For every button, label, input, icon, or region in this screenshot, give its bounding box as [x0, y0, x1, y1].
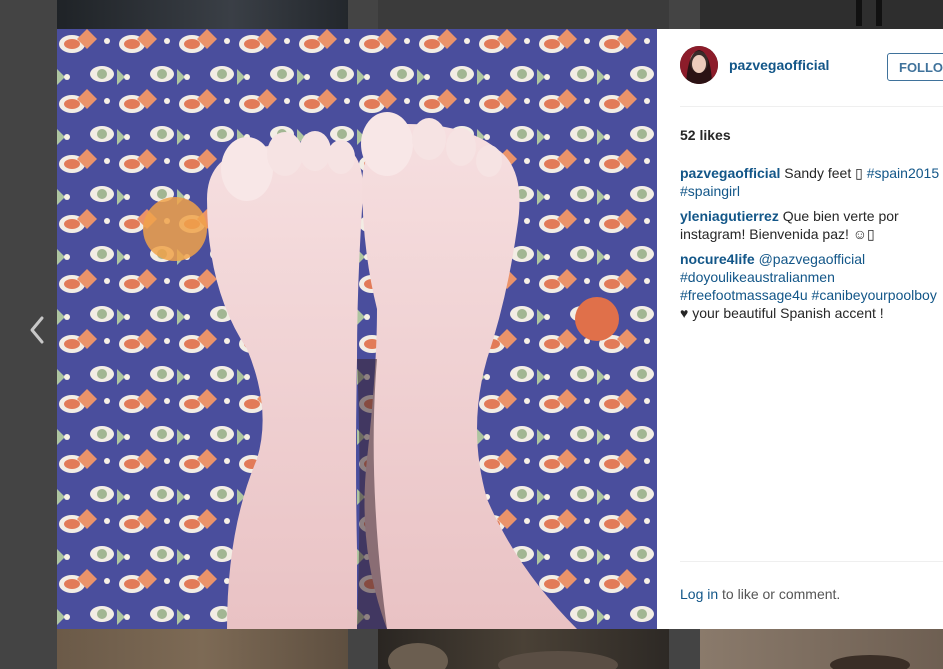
thumbnail-figure [830, 655, 910, 669]
chevron-left-icon [30, 316, 44, 344]
login-prompt-text: to like or comment. [718, 586, 841, 602]
comment-item: yleniagutierrez Que bien verte por insta… [680, 207, 943, 243]
emoji-placeholder: ▯ [855, 165, 863, 181]
comment-username-link[interactable]: pazvegaofficial [680, 165, 780, 181]
comment-text: Sandy feet [784, 165, 856, 181]
comment-text: instagram! Bienvenida paz! ☺▯ [680, 226, 875, 242]
background-thumbnail[interactable] [57, 0, 348, 29]
post-details-panel: pazvegaofficial FOLLOW 52 likes pazvegao… [657, 29, 943, 629]
previous-post-button[interactable] [26, 314, 50, 346]
author-username-link[interactable]: pazvegaofficial [729, 57, 829, 73]
login-prompt: Log in to like or comment. [680, 586, 840, 602]
comment-username-link[interactable]: yleniagutierrez [680, 208, 779, 224]
profile-photo-icon [680, 46, 718, 84]
hashtag-link[interactable]: #doyoulikeaustralianmen [680, 269, 835, 285]
comment-text: ♥ your beautiful Spanish accent ! [680, 305, 884, 321]
background-thumbnail[interactable] [378, 0, 669, 29]
avatar[interactable] [680, 46, 718, 84]
comments-list: pazvegaofficial Sandy feet ▯ #spain2015 … [680, 164, 943, 329]
comment-item: nocure4life @pazvegaofficial #doyoulikea… [680, 250, 943, 322]
hashtag-link[interactable]: #freefootmassage4u [680, 287, 808, 303]
thumbnail-figure [388, 643, 618, 669]
background-thumbnail[interactable] [57, 629, 348, 669]
background-thumbnail[interactable] [378, 629, 669, 669]
comment-username-link[interactable]: nocure4life [680, 251, 755, 267]
follow-button[interactable]: FOLLOW [887, 53, 943, 81]
thumbnail-figure [856, 0, 882, 26]
post-footer: Log in to like or comment. [680, 561, 943, 602]
feet-on-blanket-image [57, 29, 657, 629]
post-header: pazvegaofficial FOLLOW [680, 29, 943, 107]
caption: pazvegaofficial Sandy feet ▯ #spain2015 … [680, 164, 943, 200]
background-thumbnail[interactable] [700, 629, 943, 669]
likes-count[interactable]: 52 likes [680, 127, 731, 143]
comment-text: Que bien verte por [782, 208, 899, 224]
hashtag-link[interactable]: #spaingirl [680, 183, 740, 199]
login-link[interactable]: Log in [680, 586, 718, 602]
hashtag-link[interactable]: #spain2015 [867, 165, 939, 181]
background-thumbnail[interactable] [700, 0, 943, 29]
post-photo[interactable] [57, 29, 657, 629]
mention-link[interactable]: @pazvegaofficial [759, 251, 866, 267]
hashtag-link[interactable]: #canibeyourpoolboy [812, 287, 937, 303]
